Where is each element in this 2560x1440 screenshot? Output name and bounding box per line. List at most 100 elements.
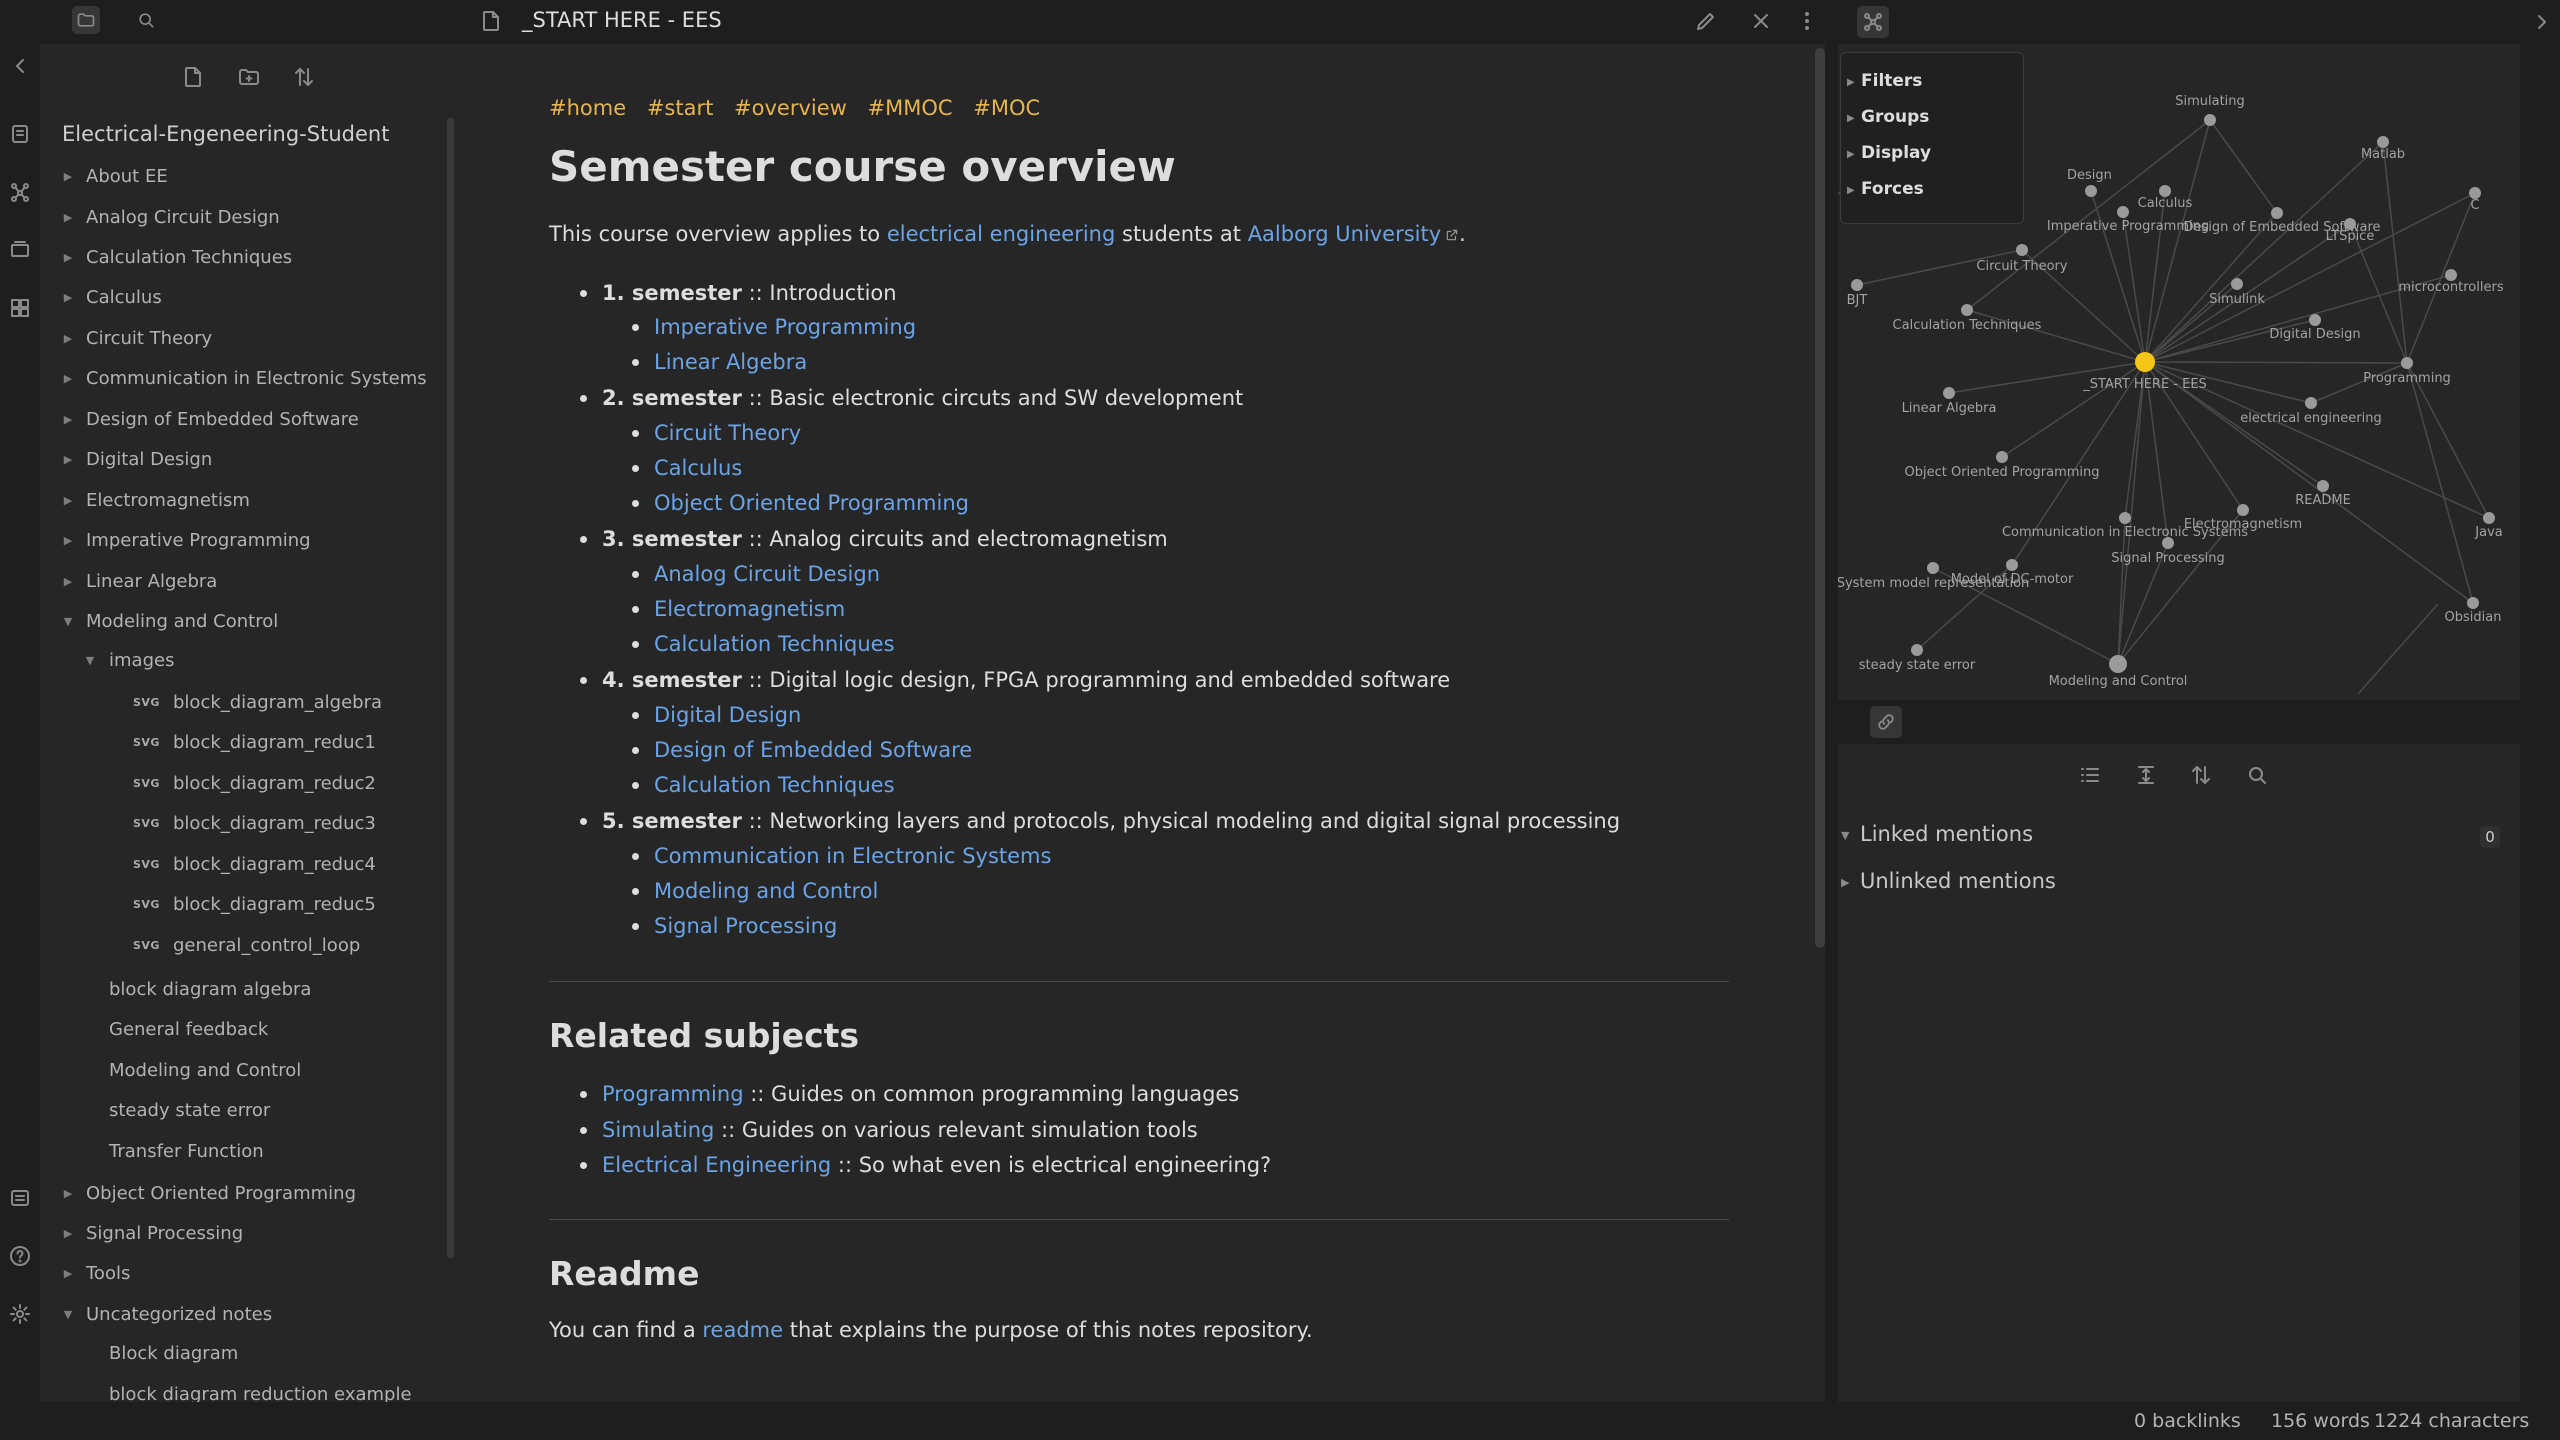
file-explorer-tab-folder-icon[interactable] [72,6,100,34]
graph-node[interactable] [2317,480,2329,492]
more-options-icon[interactable] [1795,9,1819,33]
graph-node[interactable] [2085,185,2097,197]
related-link[interactable]: Programming [602,1082,744,1106]
tree-folder[interactable]: ▶ Design of Embedded Software [40,401,440,439]
graph-node[interactable] [2109,655,2127,673]
course-link[interactable]: Electromagnetism [654,597,845,621]
internal-link[interactable]: electrical engineering [887,222,1116,246]
tree-folder[interactable]: ▶ Imperative Programming [40,522,440,560]
graph-control-forces[interactable]: Forces [1861,179,1924,199]
graph-node[interactable] [2204,114,2216,126]
collapse-results-icon[interactable] [2075,760,2105,790]
tree-file[interactable]: steady state error [40,1092,440,1130]
graph-node[interactable] [2305,397,2317,409]
chevron-right-icon[interactable] [2530,10,2554,34]
tree-folder-expanded[interactable]: ▼ Modeling and Control [40,603,440,641]
course-link[interactable]: Object Oriented Programming [654,491,969,515]
graph-node[interactable] [2467,597,2479,609]
editor-scrollbar[interactable] [1815,48,1825,948]
tree-folder[interactable]: ▶ Circuit Theory [40,320,440,358]
show-more-context-icon[interactable] [2131,760,2161,790]
unlinked-mentions-header[interactable]: Unlinked mentions [1860,869,2056,893]
course-link[interactable]: Signal Processing [654,914,837,938]
edit-pencil-icon[interactable] [1694,9,1718,33]
tree-file[interactable]: block diagram algebra [40,971,440,1009]
tree-folder[interactable]: ▶ Analog Circuit Design [40,199,440,237]
settings-gear-icon[interactable] [8,1302,32,1326]
related-link[interactable]: Simulating [602,1118,714,1142]
tree-file[interactable]: SVG block_diagram_reduc2 [40,765,440,803]
graph-control-filters[interactable]: Filters [1861,71,1922,91]
tree-file[interactable]: SVG general_control_loop [40,927,440,965]
course-link[interactable]: Digital Design [654,703,801,727]
course-link[interactable]: Linear Algebra [654,350,807,374]
course-link[interactable]: Communication in Electronic Systems [654,844,1051,868]
search-icon[interactable] [2242,760,2272,790]
search-tab-icon[interactable] [132,6,160,34]
course-link[interactable]: Design of Embedded Software [654,738,972,762]
graph-view-icon[interactable] [8,180,32,204]
tree-file[interactable]: Modeling and Control [40,1052,440,1090]
tree-file[interactable]: SVG block_diagram_algebra [40,684,440,722]
graph-node[interactable] [2237,504,2249,516]
tree-folder[interactable]: ▶ Electromagnetism [40,482,440,520]
tree-folder[interactable]: ▶ Calculus [40,279,440,317]
tree-folder[interactable]: ▶ Object Oriented Programming [40,1175,440,1213]
graph-node[interactable] [1851,279,1863,291]
vault-switcher-icon[interactable] [8,1186,32,1210]
graph-node[interactable] [2401,357,2413,369]
course-link[interactable]: Analog Circuit Design [654,562,880,586]
tree-file[interactable]: SVG block_diagram_reduc4 [40,846,440,884]
tag[interactable]: #home [549,96,626,120]
course-link[interactable]: Calculus [654,456,742,480]
tree-folder[interactable]: ▶ Communication in Electronic Systems [40,360,440,398]
graph-node[interactable] [1943,387,1955,399]
templates-icon[interactable] [8,296,32,320]
course-link[interactable]: Calculation Techniques [654,773,895,797]
graph-node[interactable] [2231,278,2243,290]
tree-folder[interactable]: ▶ Signal Processing [40,1215,440,1253]
status-backlinks[interactable]: 0 backlinks [2134,1410,2241,1432]
tree-file[interactable]: General feedback [40,1011,440,1049]
sort-order-icon[interactable] [2186,760,2216,790]
vault-name[interactable]: Electrical-Engeneering-Student [62,122,389,146]
tag[interactable]: #start [647,96,714,120]
graph-node[interactable] [1911,644,1923,656]
new-folder-icon[interactable] [234,62,264,92]
graph-node[interactable] [2117,206,2129,218]
graph-node[interactable] [2119,512,2131,524]
tree-folder[interactable]: ▶ Calculation Techniques [40,239,440,277]
tag[interactable]: #MMOC [868,96,953,120]
note-title[interactable]: _START HERE - EES [522,8,722,32]
close-icon[interactable] [1749,9,1773,33]
tree-folder-expanded[interactable]: ▼ images [40,642,440,680]
tree-folder[interactable]: ▶ Linear Algebra [40,563,440,601]
help-icon[interactable] [8,1244,32,1268]
graph-active-node[interactable] [2135,352,2155,372]
tree-file[interactable]: block diagram reduction example [40,1376,440,1402]
open-quick-switcher-icon[interactable] [8,122,32,146]
graph-node[interactable] [2016,244,2028,256]
graph-node[interactable] [1927,562,1939,574]
graph-node[interactable] [2162,537,2174,549]
course-link[interactable]: Calculation Techniques [654,632,895,656]
tag[interactable]: #overview [734,96,847,120]
slides-icon[interactable] [8,238,32,262]
tree-folder[interactable]: ▶ About EE [40,158,440,196]
graph-tab[interactable] [1857,6,1889,38]
sort-order-icon[interactable] [289,62,319,92]
graph-control-groups[interactable]: Groups [1861,107,1929,127]
graph-node[interactable] [1961,304,1973,316]
backlinks-tab[interactable] [1870,706,1902,738]
graph-control-display[interactable]: Display [1861,143,1931,163]
tree-file[interactable]: Transfer Function [40,1133,440,1171]
graph-node[interactable] [2309,314,2321,326]
tree-file[interactable]: Block diagram [40,1335,440,1373]
readme-link[interactable]: readme [702,1318,783,1342]
course-link[interactable]: Modeling and Control [654,879,878,903]
tree-folder[interactable]: ▶ Digital Design [40,441,440,479]
tag[interactable]: #MOC [973,96,1040,120]
external-link[interactable]: Aalborg University [1248,222,1441,246]
tree-folder-expanded[interactable]: ▼ Uncategorized notes [40,1296,440,1334]
tree-folder[interactable]: ▶ Tools [40,1255,440,1293]
